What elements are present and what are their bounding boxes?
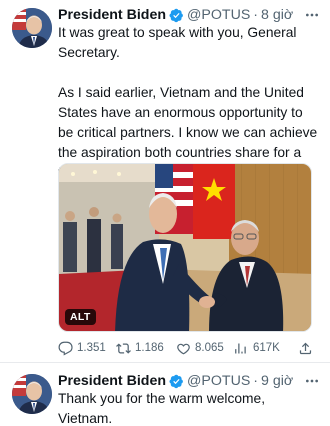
tweet-paragraph: It was great to speak with you, General … (58, 25, 297, 60)
tweet-header: President Biden @POTUS · 8 giờ (58, 5, 293, 25)
timestamp[interactable]: 9 giờ (261, 373, 293, 389)
author-name[interactable]: President Biden (58, 7, 166, 23)
reply-icon (58, 341, 73, 355)
separator-dot: · (253, 7, 259, 23)
alt-text-badge[interactable]: ALT (65, 309, 96, 325)
tweet-divider (0, 362, 330, 363)
views-count: 617K (253, 342, 280, 354)
reply-button[interactable]: 1.351 (58, 338, 106, 358)
repost-icon (116, 342, 131, 354)
tweet[interactable]: President Biden @POTUS · 9 giờ Thank you… (0, 364, 330, 426)
more-options-icon[interactable] (302, 5, 322, 25)
repost-button[interactable]: 1.186 (116, 338, 164, 358)
avatar[interactable] (12, 8, 52, 48)
like-count: 8.065 (195, 342, 224, 354)
author-handle[interactable]: @POTUS (187, 373, 250, 389)
timestamp[interactable]: 8 giờ (261, 7, 293, 23)
views-button[interactable]: 617K (234, 338, 280, 358)
verified-badge-icon[interactable] (169, 374, 184, 389)
more-options-icon[interactable] (302, 371, 322, 391)
reply-count: 1.351 (77, 342, 106, 354)
author-handle[interactable]: @POTUS (187, 7, 250, 23)
verified-badge-icon[interactable] (169, 8, 184, 23)
avatar[interactable] (12, 374, 52, 414)
tweet-paragraph: Thank you for the warm welcome, Vietnam. (58, 391, 266, 426)
tweet[interactable]: President Biden @POTUS · 8 giờ It was gr… (0, 0, 330, 362)
repost-count: 1.186 (135, 342, 164, 354)
tweet-photo[interactable]: ALT (58, 163, 312, 332)
tweet-text: Thank you for the warm welcome, Vietnam. (58, 389, 320, 426)
like-button[interactable]: 8.065 (176, 338, 224, 358)
action-bar: 1.351 1.186 8.065 617K (58, 338, 320, 358)
share-button[interactable] (298, 338, 313, 358)
views-bar-chart-icon (235, 343, 246, 353)
author-name[interactable]: President Biden (58, 373, 166, 389)
heart-icon (177, 343, 190, 354)
separator-dot: · (253, 373, 259, 389)
tweet-header: President Biden @POTUS · 9 giờ (58, 371, 293, 391)
photo-two-leaders-handshake (59, 164, 311, 331)
share-icon (299, 342, 312, 354)
